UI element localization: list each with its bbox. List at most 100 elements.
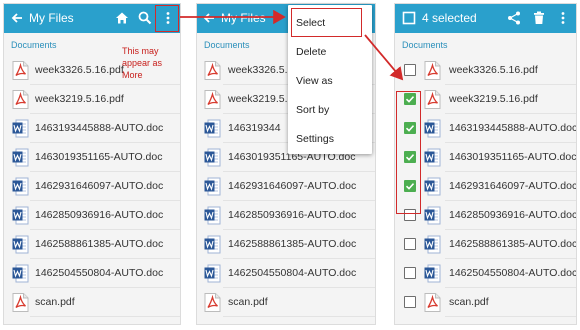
file-name: week3326.5.16.pdf [35,64,124,76]
file-row[interactable]: 1462588861385-AUTO.doc [4,230,180,259]
pdf-file-icon [12,293,29,312]
word-doc-icon [204,235,221,254]
file-name: week3326.5.16.pdf [449,64,538,76]
word-doc-icon [424,119,441,138]
menu-item-label: View as [296,75,333,87]
file-name: 1463193445888-AUTO.doc [449,122,577,134]
word-doc-icon [424,235,441,254]
file-name: 1463193445888-AUTO.doc [35,122,164,134]
file-name: scan.pdf [228,296,268,308]
word-doc-icon [424,264,441,283]
select-option-highlight [291,8,362,37]
menu-item-settings[interactable]: Settings [288,124,372,153]
more-button-highlight [155,5,179,32]
word-doc-icon [12,264,29,283]
file-row[interactable]: 1462931646097-AUTO.doc [4,172,180,201]
file-row[interactable]: scan.pdf [197,288,375,317]
file-row[interactable]: week3326.5.16.pdf [4,56,180,85]
checkbox-unchecked-icon[interactable] [404,64,416,76]
file-name: 1462588861385-AUTO.doc [35,238,164,250]
file-row[interactable]: 1462504550804-AUTO.doc [4,259,180,288]
menu-item-view-as[interactable]: View as [288,66,372,95]
file-row[interactable]: 1462850936916-AUTO.doc [4,201,180,230]
file-name: 1463019351165-AUTO.doc [35,151,163,163]
file-name: scan.pdf [449,296,489,308]
divider [445,316,576,317]
selection-count: 4 selected [422,11,477,25]
file-row[interactable]: 1462588861385-AUTO.doc [197,230,375,259]
menu-item-delete[interactable]: Delete [288,37,372,66]
delete-icon[interactable] [531,10,547,26]
file-row[interactable]: 1462588861385-AUTO.doc [395,230,576,259]
file-row[interactable]: 1462850936916-AUTO.doc [197,201,375,230]
section-header: Documents [204,40,250,50]
pdf-file-icon [204,61,221,80]
app-title: My Files [29,11,74,25]
pdf-file-icon [424,61,441,80]
file-name: 1462588861385-AUTO.doc [449,238,577,250]
section-header: Documents [11,40,57,50]
file-row[interactable]: 1463019351165-AUTO.doc [4,143,180,172]
word-doc-icon [424,206,441,225]
more-vert-icon[interactable] [555,10,571,26]
menu-item-sort-by[interactable]: Sort by [288,95,372,124]
file-row[interactable]: week3219.5.16.pdf [4,85,180,114]
checked-items-highlight [396,91,421,214]
file-row[interactable]: scan.pdf [395,288,576,317]
file-row[interactable]: 1462504550804-AUTO.doc [197,259,375,288]
file-name: 1462931646097-AUTO.doc [449,180,577,192]
word-doc-icon [424,177,441,196]
pdf-file-icon [12,61,29,80]
checkbox-unchecked-icon[interactable] [404,296,416,308]
app-title: My Files [221,11,266,25]
file-row[interactable]: 1463193445888-AUTO.doc [4,114,180,143]
app-bar: 4 selected [395,4,576,33]
word-doc-icon [12,119,29,138]
file-name: 1462504550804-AUTO.doc [35,267,164,279]
file-name: 1462504550804-AUTO.doc [449,267,577,279]
pdf-file-icon [204,293,221,312]
word-doc-icon [204,119,221,138]
word-doc-icon [204,264,221,283]
pdf-file-icon [424,90,441,109]
pdf-file-icon [12,90,29,109]
file-name: 1462931646097-AUTO.doc [228,180,357,192]
word-doc-icon [12,235,29,254]
pdf-file-icon [424,293,441,312]
file-row[interactable]: 1463193445888-AUTO.doc [395,114,576,143]
select-all-checkbox-icon[interactable] [401,10,417,26]
menu-item-label: Sort by [296,104,330,116]
file-name: 1462850936916-AUTO.doc [35,209,164,221]
back-arrow-icon[interactable] [201,10,217,26]
divider [30,316,180,317]
word-doc-icon [204,148,221,167]
file-row[interactable]: 1463019351165-AUTO.doc [395,143,576,172]
word-doc-icon [204,206,221,225]
search-icon[interactable] [137,10,153,26]
selection-screen: 4 selected Documents week3326.5.16.pdf we… [394,3,577,325]
back-arrow-icon[interactable] [9,10,25,26]
file-name: 1462588861385-AUTO.doc [228,238,357,250]
file-row[interactable]: 1462504550804-AUTO.doc [395,259,576,288]
file-name: 146319344 [228,122,281,134]
file-name: 1463019351165-AUTO.doc [449,151,577,163]
file-name: 1462850936916-AUTO.doc [228,209,357,221]
word-doc-icon [12,177,29,196]
file-row[interactable]: scan.pdf [4,288,180,317]
file-row[interactable]: week3326.5.16.pdf [395,56,576,85]
share-icon[interactable] [506,10,522,26]
pdf-file-icon [204,90,221,109]
divider [223,316,375,317]
checkbox-unchecked-icon[interactable] [404,267,416,279]
checkbox-unchecked-icon[interactable] [404,238,416,250]
file-row[interactable]: 1462850936916-AUTO.doc [395,201,576,230]
file-name: week3219.5.16.pdf [449,93,538,105]
file-row[interactable]: 1462931646097-AUTO.doc [395,172,576,201]
home-icon[interactable] [114,10,130,26]
menu-item-label: Delete [296,46,327,58]
file-row[interactable]: 1462931646097-AUTO.doc [197,172,375,201]
file-name: 1462931646097-AUTO.doc [35,180,164,192]
file-name: 1462504550804-AUTO.doc [228,267,357,279]
file-row[interactable]: week3219.5.16.pdf [395,85,576,114]
word-doc-icon [12,148,29,167]
